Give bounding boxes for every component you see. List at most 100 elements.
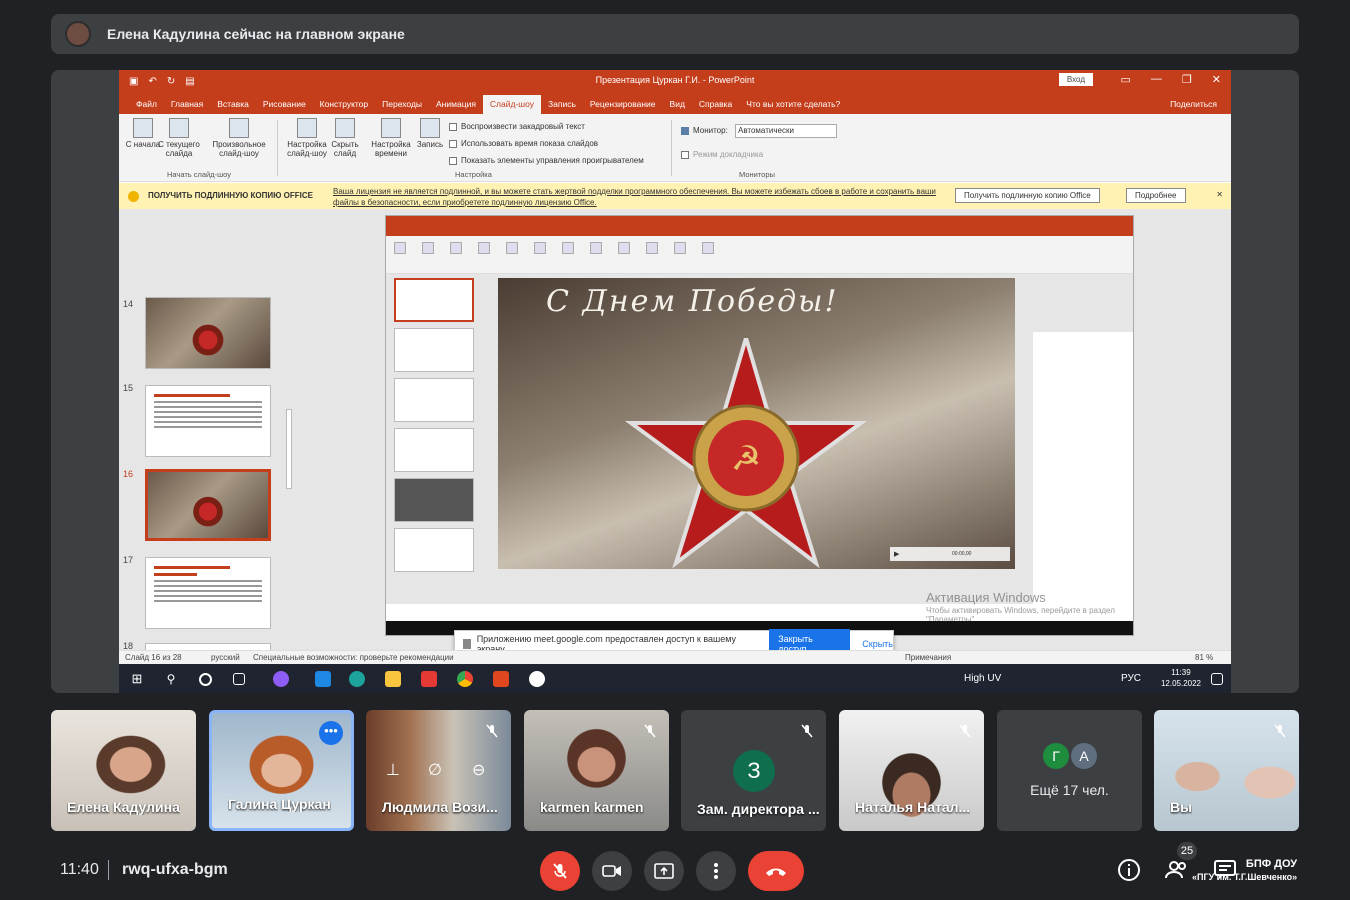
weather-widget[interactable]: High UV [964, 673, 1001, 684]
tab-slideshow[interactable]: Слайд-шоу [482, 95, 541, 114]
presenter-view-checkbox[interactable]: Режим докладчика [681, 150, 763, 159]
tab-home[interactable]: Главная [164, 99, 210, 114]
inner-slide-thumbnail [394, 478, 474, 522]
camera-toggle-button[interactable] [592, 851, 632, 891]
yandex-icon[interactable] [421, 671, 437, 687]
powerpoint-taskbar-icon[interactable] [493, 671, 509, 687]
pin-icon[interactable]: ⊥ [386, 760, 400, 780]
windows-taskbar: ⊞ ⚲ High UV РУС 11:39 12.05.2022 [119, 664, 1231, 693]
yandex-browser-icon[interactable] [529, 671, 545, 687]
get-genuine-button[interactable]: Получить подлинную копию Office [955, 188, 1100, 203]
participant-tile[interactable]: З Зам. директора ... [681, 710, 826, 831]
audio-player[interactable]: ▶ 00:00,00 [890, 547, 1010, 561]
hide-slide-button[interactable]: Скрыть слайд [327, 114, 363, 158]
rehearse-timings-button[interactable]: Настройка времени [367, 114, 415, 158]
close-icon[interactable]: ✕ [1212, 73, 1221, 86]
play-icon[interactable]: ▶ [894, 550, 899, 558]
info-icon[interactable] [1117, 858, 1141, 882]
system-clock[interactable]: 11:39 12.05.2022 [1161, 667, 1201, 689]
slide-thumbnails-pane[interactable]: 14 15 16 17 18 [119, 209, 297, 693]
tab-transitions[interactable]: Переходы [375, 99, 429, 114]
participant-tile[interactable]: ⊥ ∅ ⊖ Людмила Вози... [366, 710, 511, 831]
notes-button[interactable]: Примечания [905, 653, 951, 662]
slide-thumbnail-selected[interactable] [145, 469, 271, 541]
keyboard-language[interactable]: РУС [1121, 673, 1141, 684]
slide-greeting-text: С Днем Победы! [546, 284, 839, 319]
use-timings-checkbox[interactable]: Использовать время показа слайдов [449, 139, 598, 148]
learn-more-button[interactable]: Подробнее [1126, 188, 1186, 203]
mail-icon[interactable] [315, 671, 331, 687]
monitor-select[interactable]: Автоматически [735, 124, 837, 138]
file-explorer-icon[interactable] [385, 671, 401, 687]
signin-button[interactable]: Вход [1058, 73, 1093, 86]
zoom-level[interactable]: 81 % [1195, 653, 1213, 662]
tab-animations[interactable]: Анимация [429, 99, 483, 114]
more-options-icon[interactable]: ••• [319, 721, 343, 745]
mute-participant-icon[interactable]: ∅ [428, 760, 442, 780]
from-current-button[interactable]: С текущего слайда [157, 114, 201, 158]
chrome-icon[interactable] [457, 671, 473, 687]
restore-icon[interactable]: ❐ [1182, 73, 1192, 86]
close-warning-icon[interactable]: ✕ [1216, 190, 1223, 199]
ribbon-divider [277, 120, 278, 176]
slide-counter: Слайд 16 из 28 [125, 653, 182, 662]
people-icon[interactable] [1165, 858, 1189, 882]
show-media-controls-checkbox[interactable]: Показать элементы управления проигрывате… [449, 156, 644, 165]
play-narrations-checkbox[interactable]: Воспроизвести закадровый текст [449, 122, 585, 131]
participant-tile[interactable]: Елена Кадулина [51, 710, 196, 831]
custom-show-button[interactable]: Произвольное слайд-шоу [211, 114, 267, 158]
tab-draw[interactable]: Рисование [256, 99, 313, 114]
leave-call-button[interactable] [748, 851, 804, 891]
tab-record[interactable]: Запись [541, 99, 583, 114]
shared-screen-capture: С Днем Победы! ☭ ▶ 00:00,00 Активация Wi… [385, 215, 1134, 636]
record-button[interactable]: Запись [413, 114, 447, 149]
minimize-icon[interactable]: — [1151, 73, 1162, 86]
windows-start-icon[interactable]: ⊞ [129, 671, 145, 687]
more-participants-tile[interactable]: Г А Ещё 17 чел. [997, 710, 1142, 831]
participant-name: Людмила Вози... [382, 799, 498, 815]
activation-watermark: Активация Windows [926, 590, 1046, 605]
more-options-button[interactable] [696, 851, 736, 891]
tab-insert[interactable]: Вставка [210, 99, 256, 114]
tab-review[interactable]: Рецензирование [583, 99, 663, 114]
share-button[interactable]: Поделиться [1170, 99, 1217, 109]
accessibility-status[interactable]: Специальные возможности: проверьте реком… [253, 653, 454, 662]
thumbnails-scrollbar[interactable] [286, 409, 292, 489]
inner-slide-thumbnail [394, 328, 474, 372]
tab-file[interactable]: Файл [129, 99, 164, 114]
participant-tile[interactable]: Наталья Натал... [839, 710, 984, 831]
slide-thumbnail[interactable] [145, 385, 271, 457]
more-participants-label: Ещё 17 чел. [1030, 782, 1109, 798]
present-screen-icon [654, 863, 674, 879]
alice-icon[interactable] [273, 671, 289, 687]
self-tile[interactable]: Вы [1154, 710, 1299, 831]
slide-thumbnail[interactable] [145, 297, 271, 369]
edge-icon[interactable] [349, 671, 365, 687]
tab-view[interactable]: Вид [663, 99, 692, 114]
microphone-toggle-button[interactable] [540, 851, 580, 891]
presenter-avatar [65, 21, 91, 47]
inner-slide-thumbnail [394, 378, 474, 422]
svg-text:☭: ☭ [731, 439, 761, 479]
mic-off-icon [1274, 724, 1286, 738]
cortana-icon[interactable] [199, 673, 212, 686]
task-view-icon[interactable] [233, 673, 245, 685]
ribbon-display-icon[interactable]: ▭ [1121, 73, 1131, 86]
mic-off-icon [486, 724, 498, 738]
present-screen-button[interactable] [644, 851, 684, 891]
notifications-icon[interactable] [1211, 673, 1223, 685]
slide-thumbnail[interactable] [145, 557, 271, 629]
tell-me-search[interactable]: Что вы хотите сделать? [739, 99, 847, 114]
tab-design[interactable]: Конструктор [313, 99, 375, 114]
language-indicator[interactable]: русский [211, 653, 240, 662]
warning-message-link[interactable]: Ваша лицензия не является подлинной, и в… [333, 186, 943, 208]
participant-tile[interactable]: karmen karmen [524, 710, 669, 831]
slide-number: 15 [123, 383, 134, 393]
search-icon[interactable]: ⚲ [163, 671, 179, 687]
slideshow-current-icon [169, 118, 189, 138]
tab-help[interactable]: Справка [692, 99, 739, 114]
setup-slideshow-button[interactable]: Настройка слайд-шоу [285, 114, 329, 158]
remove-participant-icon[interactable]: ⊖ [472, 760, 485, 780]
participant-tile-speaking[interactable]: ••• Галина Цуркан [209, 710, 354, 831]
hide-notification-button[interactable]: Скрыть [862, 639, 893, 649]
